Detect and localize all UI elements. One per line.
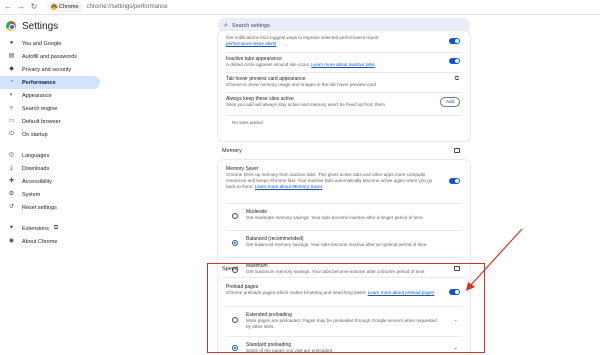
sidebar-item-label: Accessibility <box>22 178 52 185</box>
browser-toolbar: ← → ↻ Chrome chrome://settings/performan… <box>0 0 600 15</box>
power-icon: ⏻ <box>9 131 14 137</box>
sidebar-item-languages[interactable]: ◎ Languages <box>0 149 100 162</box>
address-bar[interactable]: chrome://settings/performance <box>87 4 168 10</box>
memory-section-title: Memory <box>222 148 242 154</box>
memory-option-balanced[interactable]: Balanced (recommended) Get balanced memo… <box>226 230 462 257</box>
open-in-new-icon[interactable]: ⧉ <box>455 76 459 83</box>
tabs-card: Get notifications that suggest ways to i… <box>218 31 470 141</box>
accessibility-icon: ✚ <box>8 178 15 184</box>
sidebar-item-label: You and Google <box>22 40 62 47</box>
sidebar-item-label: Extensions <box>22 225 49 232</box>
performance-alerts-link[interactable]: performance issue alerts <box>226 41 276 46</box>
sidebar-item-label: Performance <box>22 79 56 86</box>
sidebar-item-accessibility[interactable]: ✚ Accessibility <box>0 175 100 188</box>
sidebar-item-appearance[interactable]: ◐ Appearance <box>0 89 100 102</box>
sidebar-item-label: On startup <box>22 131 48 138</box>
sidebar-item-on-startup[interactable]: ⏻ On startup <box>0 128 100 141</box>
always-active-description: Sites you add will always stay active an… <box>226 102 385 107</box>
shield-icon: ◆ <box>9 66 14 72</box>
sidebar-item-performance[interactable]: ◔ Performance <box>0 76 100 89</box>
reset-icon: ↺ <box>8 204 15 210</box>
sidebar-item-label: Default browser <box>22 118 61 125</box>
sidebar-item-label: Languages <box>22 152 50 159</box>
reload-icon[interactable]: ↻ <box>29 2 39 12</box>
always-active-row: Always keep these sites active Sites you… <box>226 92 462 110</box>
add-site-button[interactable]: Add <box>440 97 460 107</box>
sidebar-item-default-browser[interactable]: ▭ Default browser <box>0 115 100 128</box>
inactive-tabs-toggle[interactable] <box>449 58 460 64</box>
memory-saver-toggle[interactable] <box>449 178 460 184</box>
memory-saver-row: Memory Saver Chrome frees up memory from… <box>226 166 462 202</box>
origin-label: Chrome <box>59 4 79 10</box>
sidebar-item-privacy[interactable]: ◆ Privacy and security <box>0 63 100 76</box>
performance-alerts-row: Get notifications that suggest ways to i… <box>226 35 462 49</box>
search-icon: ⌕ <box>224 21 228 29</box>
download-icon: ⤓ <box>10 165 13 171</box>
memory-option-moderate[interactable]: Moderate Get moderate memory savings. Yo… <box>226 203 462 230</box>
feedback-icon[interactable] <box>454 148 460 153</box>
globe-icon: ◎ <box>8 152 15 158</box>
search-icon: ⌕ <box>9 105 14 111</box>
moderate-radio[interactable] <box>232 213 238 219</box>
wrench-icon: ⚙ <box>8 191 15 197</box>
sidebar-divider <box>0 214 100 222</box>
sidebar-item-about-chrome[interactable]: ◉ About Chrome <box>0 235 100 248</box>
autofill-icon: ▤ <box>8 53 15 59</box>
inactive-tabs-link[interactable]: Learn more about inactive tabs <box>311 62 374 67</box>
memory-saver-link[interactable]: Learn more about Memory Saver <box>255 184 322 189</box>
chrome-logo-icon <box>6 21 16 31</box>
annotation-highlight-box <box>207 263 485 353</box>
tab-hover-description: Choose to show memory usage and images i… <box>226 82 376 87</box>
sidebar-item-label: About Chrome <box>22 238 58 245</box>
sidebar-item-label: Search engine <box>22 105 58 112</box>
no-sites-row: No sites added <box>226 115 462 129</box>
sidebar-item-autofill[interactable]: ▤ Autofill and passwords <box>0 50 100 63</box>
palette-icon: ◐ <box>9 92 14 98</box>
sidebar-item-system[interactable]: ⚙ System <box>0 188 100 201</box>
balanced-radio[interactable] <box>232 240 238 246</box>
person-icon: ● <box>9 40 14 46</box>
inactive-tabs-row: Inactive tabs appearance A dotted circle… <box>226 52 462 68</box>
sidebar-item-label: Downloads <box>22 165 50 172</box>
sidebar-item-downloads[interactable]: ⤓ Downloads <box>0 162 100 175</box>
sidebar-item-label: System <box>22 191 41 198</box>
search-input[interactable] <box>231 22 432 29</box>
sidebar-item-extensions[interactable]: ✦ Extensions ⧉ <box>0 222 100 235</box>
chrome-icon: ◉ <box>8 238 15 244</box>
origin-chip[interactable]: Chrome <box>47 2 83 12</box>
open-in-new-icon: ⧉ <box>53 225 59 231</box>
sidebar-item-you-and-google[interactable]: ● You and Google <box>0 37 100 50</box>
inactive-tabs-description: A dotted circle appears around site icon… <box>226 62 311 67</box>
option-description: Get balanced memory savings. Your tabs b… <box>246 242 428 247</box>
sidebar-item-label: Autofill and passwords <box>22 53 78 60</box>
speedometer-icon: ◔ <box>9 79 14 85</box>
option-description: Get moderate memory savings. Your tabs b… <box>246 215 424 220</box>
sidebar-item-label: Privacy and security <box>22 66 72 73</box>
sidebar-item-search-engine[interactable]: ⌕ Search engine <box>0 102 100 115</box>
chrome-logo-icon <box>51 4 57 10</box>
sidebar-item-label: Reset settings <box>22 204 57 211</box>
sidebar-divider <box>0 141 100 149</box>
no-sites-text: No sites added <box>232 120 263 125</box>
forward-icon[interactable]: → <box>16 2 26 12</box>
back-icon[interactable]: ← <box>3 2 13 12</box>
extension-icon: ✦ <box>8 225 15 231</box>
page-title: Settings <box>22 20 59 32</box>
alerts-description: Get notifications that suggest ways to i… <box>226 35 379 40</box>
tab-hover-row[interactable]: Tab hover preview card appearance Choose… <box>226 72 462 88</box>
browser-icon: ▭ <box>8 118 15 124</box>
performance-alerts-toggle[interactable] <box>449 38 460 44</box>
sidebar-item-reset-settings[interactable]: ↺ Reset settings <box>0 201 100 214</box>
sidebar: ● You and Google ▤ Autofill and passwords … <box>0 37 100 355</box>
sidebar-item-label: Appearance <box>22 92 52 99</box>
